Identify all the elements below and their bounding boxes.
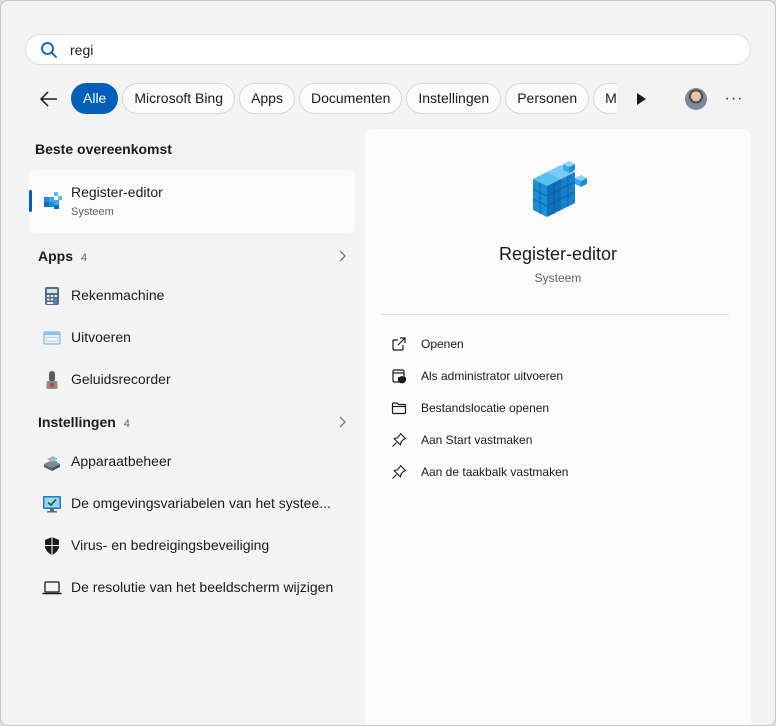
settings-count: 4 bbox=[123, 418, 130, 430]
action-pin-taakbalk[interactable]: Aan de taakbalk vastmaken bbox=[389, 461, 729, 485]
best-match-item[interactable]: Register-editor Systeem bbox=[29, 170, 355, 233]
shield-icon bbox=[45, 537, 59, 555]
action-label: Als administrator uitvoeren bbox=[421, 369, 564, 383]
search-icon bbox=[41, 42, 57, 58]
tab-documenten[interactable]: Documenten bbox=[298, 83, 403, 114]
best-match-title: Register-editor bbox=[71, 184, 163, 200]
list-item-label: Uitvoeren bbox=[71, 329, 131, 345]
action-label: Aan de taakbalk vastmaken bbox=[421, 465, 569, 479]
best-match-heading: Beste overeenkomst bbox=[35, 141, 172, 157]
list-item-omgevingsvariabelen[interactable]: De omgevingsvariabelen van het systee... bbox=[29, 484, 355, 524]
action-pin-start[interactable]: Aan Start vastmaken bbox=[389, 429, 729, 453]
pin-icon bbox=[392, 432, 407, 447]
folder-icon bbox=[391, 402, 407, 415]
chevron-right-icon[interactable] bbox=[337, 416, 347, 428]
pin-icon bbox=[392, 464, 407, 479]
tab-microsoft-bing[interactable]: Microsoft Bing bbox=[122, 83, 236, 114]
list-item-label: De resolutie van het beeldscherm wijzige… bbox=[71, 579, 334, 595]
apps-group-heading[interactable]: Apps 4 bbox=[38, 248, 87, 264]
list-item-virusbeveiliging[interactable]: Virus- en bedreigingsbeveiliging bbox=[29, 526, 355, 566]
action-openen[interactable]: Openen bbox=[389, 333, 729, 357]
list-item-label: Rekenmachine bbox=[71, 287, 165, 303]
monitor-check-icon bbox=[43, 496, 61, 513]
list-item-label: Apparaatbeheer bbox=[71, 453, 172, 469]
detail-title: Register-editor bbox=[498, 244, 618, 264]
search-window: AlleMicrosoft BingAppsDocumentenInstelli… bbox=[0, 0, 776, 726]
arrow-left-icon[interactable] bbox=[37, 87, 61, 111]
list-item-label: De omgevingsvariabelen van het systee... bbox=[71, 495, 331, 511]
tab-alle[interactable]: Alle bbox=[71, 83, 119, 114]
action-label: Bestandslocatie openen bbox=[421, 401, 550, 415]
settings-group-heading[interactable]: Instellingen 4 bbox=[38, 414, 130, 430]
action-label: Openen bbox=[421, 337, 464, 351]
scroll-right-icon[interactable] bbox=[635, 92, 647, 106]
registry-editor-icon bbox=[44, 192, 62, 209]
more-options-button[interactable]: ··· bbox=[723, 89, 745, 109]
tab-instellingen[interactable]: Instellingen bbox=[406, 83, 502, 114]
apps-heading-label: Apps bbox=[38, 248, 73, 264]
list-item-label: Geluidsrecorder bbox=[71, 371, 171, 387]
tab-more-truncated[interactable]: M bbox=[593, 83, 617, 114]
detail-subtitle: Systeem bbox=[534, 271, 582, 285]
list-item-geluidsrecorder[interactable]: Geluidsrecorder bbox=[29, 360, 355, 400]
best-match-subtitle: Systeem bbox=[71, 206, 114, 218]
search-box[interactable] bbox=[25, 34, 751, 65]
run-icon bbox=[43, 331, 61, 345]
filter-tabs: Alle Microsoft Bing Apps Documenten Instelli… bbox=[71, 83, 617, 116]
action-label: Aan Start vastmaken bbox=[421, 433, 533, 447]
device-manager-icon bbox=[44, 456, 60, 471]
selection-indicator bbox=[29, 190, 32, 212]
list-item-apparaatbeheer[interactable]: Apparaatbeheer bbox=[29, 442, 355, 482]
microphone-icon bbox=[46, 371, 58, 389]
tab-apps[interactable]: Apps bbox=[239, 83, 295, 114]
apps-count: 4 bbox=[81, 252, 88, 264]
chevron-right-icon[interactable] bbox=[337, 250, 347, 262]
divider bbox=[381, 314, 729, 315]
search-input[interactable] bbox=[70, 39, 670, 61]
list-item-label: Virus- en bedreigingsbeveiliging bbox=[71, 537, 270, 553]
registry-editor-icon bbox=[532, 161, 587, 217]
detail-panel: Register-editor Systeem Openen Als admin… bbox=[365, 129, 751, 725]
list-item-resolutie[interactable]: De resolutie van het beeldscherm wijzige… bbox=[29, 568, 355, 608]
admin-shield-icon bbox=[392, 369, 406, 384]
avatar[interactable] bbox=[685, 88, 707, 110]
list-item-rekenmachine[interactable]: Rekenmachine bbox=[29, 276, 355, 316]
tab-personen[interactable]: Personen bbox=[505, 83, 590, 114]
list-item-uitvoeren[interactable]: Uitvoeren bbox=[29, 318, 355, 358]
open-external-icon bbox=[392, 337, 406, 351]
action-bestandslocatie[interactable]: Bestandslocatie openen bbox=[389, 397, 729, 421]
laptop-icon bbox=[42, 581, 62, 595]
action-als-administrator[interactable]: Als administrator uitvoeren bbox=[389, 365, 729, 389]
settings-heading-label: Instellingen bbox=[38, 414, 116, 430]
calculator-icon bbox=[45, 287, 59, 305]
